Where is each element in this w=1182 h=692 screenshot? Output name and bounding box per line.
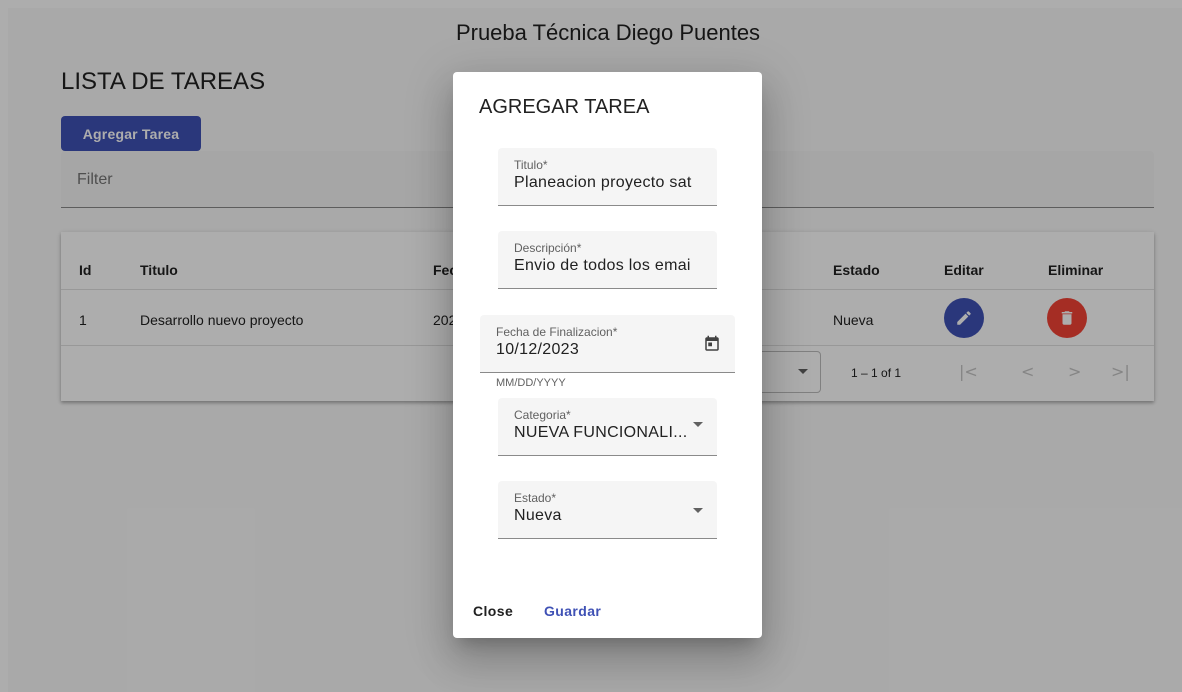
- titulo-value[interactable]: Planeacion proyecto sat: [514, 174, 714, 192]
- estado-select[interactable]: Estado* Nueva: [498, 481, 717, 539]
- estado-value: Nueva: [514, 507, 562, 524]
- dialog-title: AGREGAR TAREA: [479, 96, 650, 118]
- titulo-field[interactable]: Titulo* Planeacion proyecto sat: [498, 148, 717, 206]
- categoria-select[interactable]: Categoria* NUEVA FUNCIONALI...: [498, 398, 717, 456]
- fecha-format-hint: MM/DD/YYYY: [496, 377, 566, 389]
- categoria-value: NUEVA FUNCIONALI...: [514, 424, 688, 441]
- fecha-value[interactable]: 10/12/2023: [496, 341, 579, 359]
- close-button[interactable]: Close: [473, 603, 513, 619]
- chevron-down-icon: [693, 422, 703, 427]
- descripcion-value[interactable]: Envio de todos los emai: [514, 257, 714, 275]
- descripcion-field[interactable]: Descripción* Envio de todos los emai: [498, 231, 717, 289]
- estado-label: Estado*: [514, 491, 557, 505]
- add-task-dialog: AGREGAR TAREA Titulo* Planeacion proyect…: [453, 72, 762, 638]
- fecha-label: Fecha de Finalizacion*: [496, 325, 618, 339]
- categoria-label: Categoria*: [514, 408, 571, 422]
- titulo-label: Titulo*: [514, 158, 548, 172]
- chevron-down-icon: [693, 508, 703, 513]
- calendar-icon[interactable]: [703, 335, 721, 353]
- save-button[interactable]: Guardar: [544, 603, 601, 619]
- fecha-field[interactable]: Fecha de Finalizacion* 10/12/2023: [480, 315, 735, 373]
- descripcion-label: Descripción*: [514, 241, 582, 255]
